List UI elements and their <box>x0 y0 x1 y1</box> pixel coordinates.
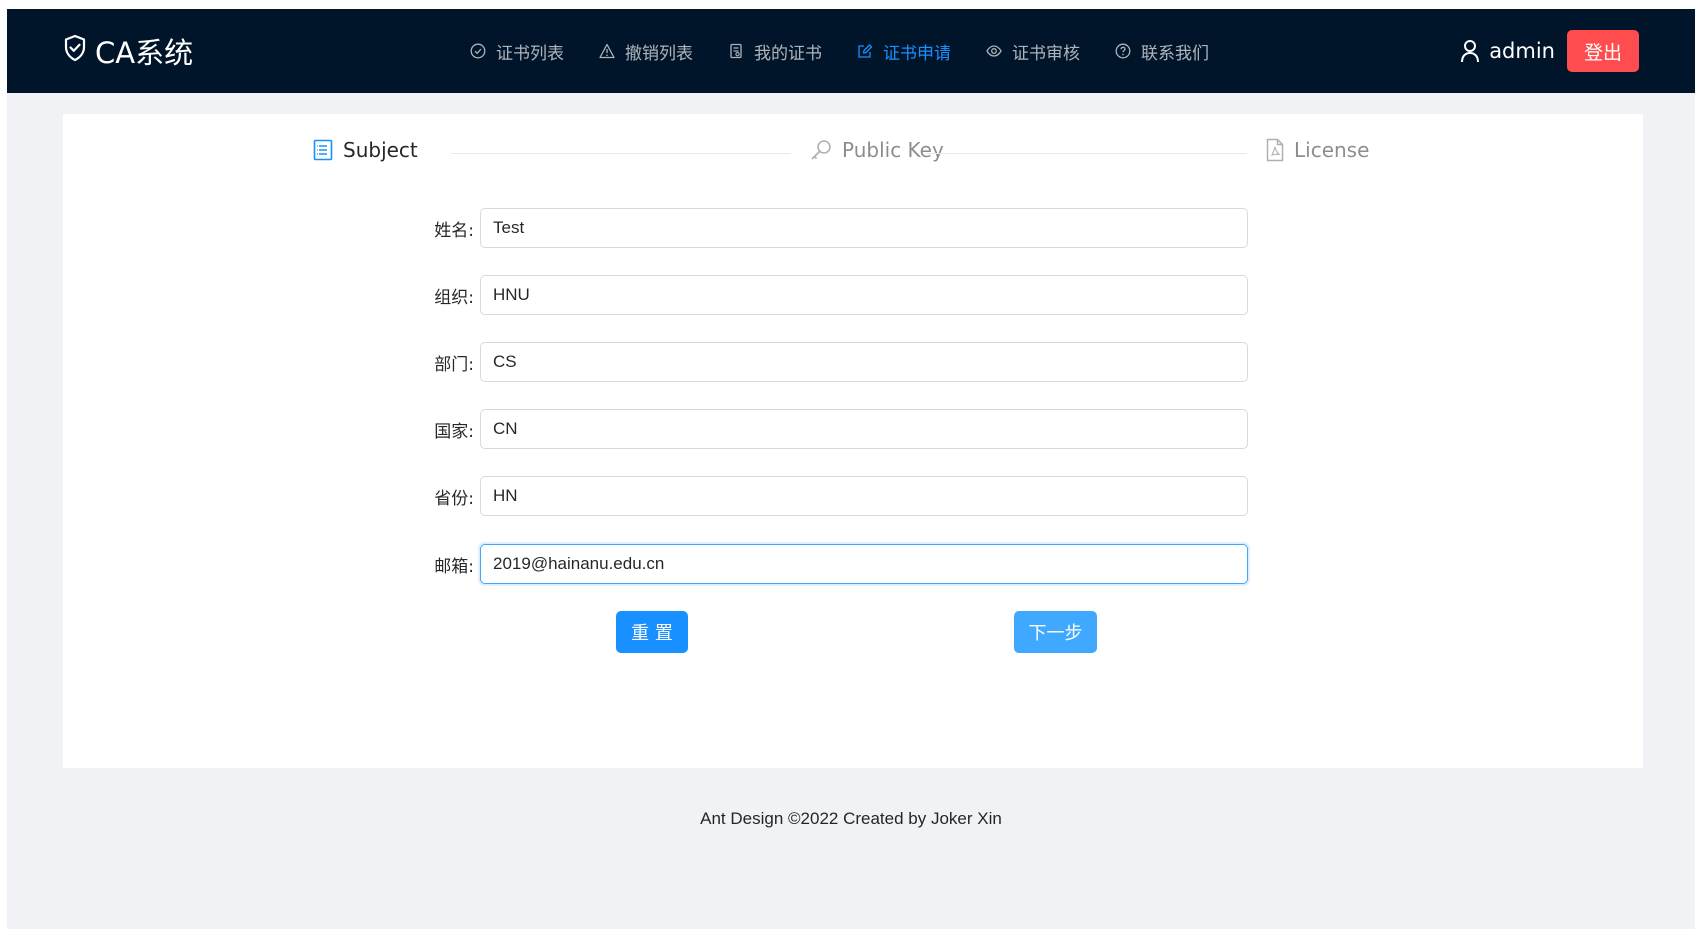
edit-icon <box>856 42 874 60</box>
step-label: Public Key <box>842 138 944 162</box>
step-subject[interactable]: Subject <box>313 138 418 162</box>
org-label: 组织: <box>434 287 474 308</box>
step-public-key[interactable]: Public Key <box>810 138 944 162</box>
nav-label: 证书列表 <box>496 43 564 64</box>
step-connector <box>927 153 1247 154</box>
warning-icon <box>598 42 616 60</box>
nav-item-cert-review[interactable]: 证书审核 <box>985 39 1080 64</box>
dept-label: 部门: <box>434 354 474 375</box>
name-label: 姓名: <box>434 220 474 241</box>
question-circle-icon <box>1114 42 1132 60</box>
step-label: Subject <box>343 138 418 162</box>
key-icon <box>810 139 832 161</box>
org-input[interactable] <box>480 275 1248 315</box>
eye-icon <box>985 42 1003 60</box>
reset-button[interactable]: 重 置 <box>616 611 688 653</box>
nav-item-cert-list[interactable]: 证书列表 <box>469 39 564 64</box>
form-row-dept: 部门: <box>433 341 1248 383</box>
app-frame: CA系统 证书列表 撤销列表 我的证书 证书申请 证书审核 联系我们 admin… <box>7 9 1695 929</box>
footer-text: Ant Design ©2022 Created by Joker Xin <box>700 809 1002 828</box>
email-label: 邮箱: <box>434 556 474 577</box>
footer: Ant Design ©2022 Created by Joker Xin <box>7 809 1695 829</box>
top-header: CA系统 证书列表 撤销列表 我的证书 证书申请 证书审核 联系我们 admin… <box>7 9 1695 93</box>
nav-item-my-certs[interactable]: 我的证书 <box>727 39 822 64</box>
file-pdf-icon <box>1266 138 1284 162</box>
nav-item-contact[interactable]: 联系我们 <box>1114 39 1209 64</box>
main-nav: 证书列表 撤销列表 我的证书 证书申请 证书审核 联系我们 <box>469 39 1243 64</box>
form-row-email: 邮箱: <box>433 543 1248 585</box>
app-title: CA系统 <box>95 36 194 70</box>
nav-item-revoke-list[interactable]: 撤销列表 <box>598 39 693 64</box>
form-row-province: 省份: <box>433 475 1248 517</box>
nav-label: 联系我们 <box>1141 43 1209 64</box>
form-row-name: 姓名: <box>433 207 1248 249</box>
next-step-button[interactable]: 下一步 <box>1014 611 1097 653</box>
app-logo[interactable]: CA系统 <box>63 33 194 70</box>
nav-label: 证书申请 <box>883 43 951 64</box>
nav-label: 证书审核 <box>1012 43 1080 64</box>
nav-item-cert-apply[interactable]: 证书申请 <box>856 39 951 64</box>
user-area: admin 登出 <box>1460 30 1639 72</box>
email-input[interactable] <box>480 544 1248 584</box>
form-row-country: 国家: <box>433 408 1248 450</box>
country-input[interactable] <box>480 409 1248 449</box>
username: admin <box>1489 39 1555 63</box>
form-row-org: 组织: <box>433 274 1248 316</box>
step-label: License <box>1294 138 1370 162</box>
steps-bar: Subject Public Key License <box>313 138 1398 168</box>
list-icon <box>313 139 333 161</box>
logout-button[interactable]: 登出 <box>1567 30 1639 72</box>
main-content-card: Subject Public Key License 姓名: 组织: <box>63 114 1643 768</box>
province-label: 省份: <box>434 488 474 509</box>
nav-label: 我的证书 <box>754 43 822 64</box>
province-input[interactable] <box>480 476 1248 516</box>
file-icon <box>727 42 745 60</box>
step-license[interactable]: License <box>1266 138 1369 162</box>
dept-input[interactable] <box>480 342 1248 382</box>
user-icon <box>1460 39 1480 63</box>
shield-check-icon <box>63 34 95 69</box>
name-input[interactable] <box>480 208 1248 248</box>
check-circle-icon <box>469 42 487 60</box>
country-label: 国家: <box>434 421 474 442</box>
step-connector <box>451 153 791 154</box>
nav-label: 撤销列表 <box>625 43 693 64</box>
